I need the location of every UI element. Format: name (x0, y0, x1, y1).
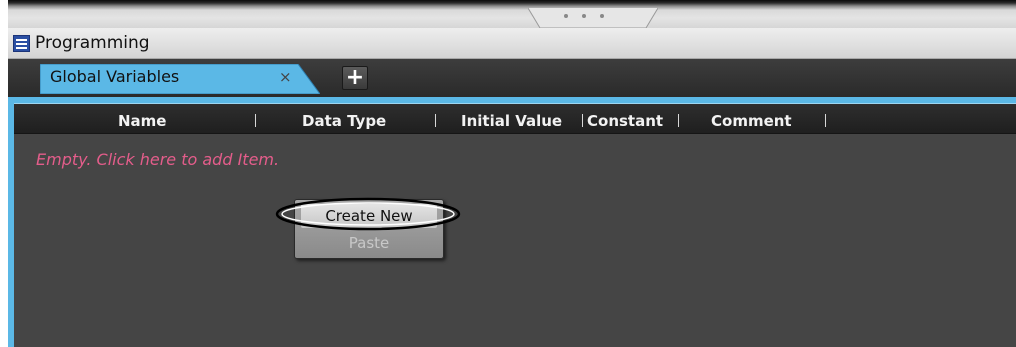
tab-label: Global Variables (50, 67, 180, 86)
top-splitter[interactable] (8, 0, 1016, 29)
title-bar: Programming (8, 28, 1016, 59)
close-icon[interactable]: × (279, 68, 292, 86)
column-header-comment[interactable]: Comment (711, 112, 792, 130)
app-window: Programming Global Variables × + Name Da… (0, 0, 1016, 347)
grip-dots-icon (564, 14, 604, 18)
column-header-data-type[interactable]: Data Type (302, 112, 386, 130)
column-separator[interactable] (582, 114, 583, 127)
table-header: Name Data Type Initial Value Constant Co… (14, 104, 1016, 134)
tab-strip: Global Variables × + (8, 59, 1016, 97)
column-header-name[interactable]: Name (118, 112, 166, 130)
paste-menu-item: Paste (348, 234, 390, 252)
plus-icon: + (345, 65, 365, 90)
column-separator[interactable] (255, 114, 256, 127)
programming-window-icon (13, 35, 30, 52)
column-header-initial-value[interactable]: Initial Value (461, 112, 562, 130)
column-separator[interactable] (678, 114, 679, 127)
window-title: Programming (35, 33, 150, 53)
add-tab-button[interactable]: + (342, 66, 368, 90)
create-new-menu-item[interactable]: Create New (301, 204, 437, 228)
column-separator[interactable] (825, 114, 826, 127)
column-separator[interactable] (435, 114, 436, 127)
empty-table-message[interactable]: Empty. Click here to add Item. (36, 150, 279, 169)
column-header-constant[interactable]: Constant (587, 112, 663, 130)
variable-table[interactable]: Name Data Type Initial Value Constant Co… (14, 104, 1016, 347)
context-menu: Create New Paste (294, 199, 444, 259)
